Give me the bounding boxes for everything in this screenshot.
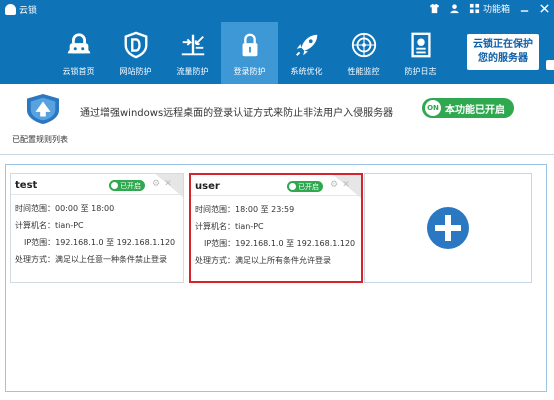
- nav-item-logs[interactable]: 防护日志: [392, 22, 449, 84]
- app-title: 云锁: [5, 3, 37, 16]
- grid-box-icon: [469, 3, 481, 15]
- host-value: tian-PC: [235, 222, 264, 231]
- settings-icon[interactable]: ⚙: [329, 180, 339, 190]
- flow-arrows-icon: [178, 30, 208, 60]
- host-value: tian-PC: [55, 221, 84, 230]
- ip-label: IP范围：: [204, 239, 236, 248]
- rule-name: test: [15, 180, 38, 191]
- rule-ip-row: IP范围：192.168.1.0 至 192.168.1.120: [204, 238, 355, 249]
- action-label: 处理方式：: [15, 255, 55, 264]
- rule-card[interactable]: test 已开启 ⚙ ✕ 时间范围：00:00 至 18:00 计算机名：tia…: [10, 173, 184, 283]
- rule-card-selected[interactable]: user 已开启 ⚙ ✕ 时间范围：18:00 至 23:59 计算机名：tia…: [189, 173, 363, 283]
- toggle-dot-icon: [289, 183, 296, 190]
- nav-label: 防护日志: [404, 67, 437, 76]
- nav-item-traffic[interactable]: 流量防护: [164, 22, 221, 84]
- card-separator: [191, 195, 361, 196]
- nav-item-home[interactable]: 云锁首页: [50, 22, 107, 84]
- shirt-skin-icon[interactable]: [429, 3, 441, 15]
- rule-status-badge[interactable]: 已开启: [287, 181, 323, 192]
- lock-home-icon: [64, 30, 94, 60]
- rules-panel: test 已开启 ⚙ ✕ 时间范围：00:00 至 18:00 计算机名：tia…: [5, 164, 547, 392]
- host-label: 计算机名：: [195, 222, 235, 231]
- rocket-icon: [292, 30, 322, 60]
- nav-label: 云锁首页: [62, 67, 95, 76]
- rule-host-row: 计算机名：tian-PC: [195, 221, 264, 232]
- time-label: 时间范围：: [15, 204, 55, 213]
- protection-promo-badge: 云锁正在保护 您的服务器: [467, 34, 539, 70]
- nav-item-system-optimize[interactable]: 系统优化: [278, 22, 335, 84]
- rule-time-row: 时间范围：00:00 至 18:00: [15, 203, 114, 214]
- action-label: 处理方式：: [195, 256, 235, 265]
- section-divider: [0, 154, 554, 155]
- configured-rules-label: 已配置规则列表: [12, 135, 68, 144]
- nav-label: 登录防护: [233, 67, 266, 76]
- minimize-icon[interactable]: [518, 3, 530, 15]
- app-logo-icon: [5, 4, 16, 15]
- action-value: 满足以上任意一种条件禁止登录: [55, 255, 167, 264]
- rule-status-text: 已开启: [298, 182, 319, 191]
- nav-label: 流量防护: [176, 67, 209, 76]
- rule-name: user: [195, 181, 220, 192]
- nav-item-login-protect[interactable]: 登录防护: [221, 22, 278, 84]
- login-shield-icon: [24, 93, 62, 125]
- rule-action-row: 处理方式：满足以上任意一种条件禁止登录: [15, 254, 167, 265]
- main-nav: 云锁首页 网站防护 流量防护 登录防护 系统优化 性能监控 防护日志: [50, 22, 449, 84]
- user-icon[interactable]: [449, 3, 461, 15]
- titlebar-controls: 功能箱: [429, 2, 550, 15]
- action-value: 满足以上所有条件允许登录: [235, 256, 331, 265]
- time-label: 时间范围：: [195, 205, 235, 214]
- host-label: 计算机名：: [15, 221, 55, 230]
- title-bar: 云锁 功能箱: [0, 0, 554, 18]
- nav-label: 性能监控: [347, 67, 380, 76]
- add-rule-card[interactable]: [364, 173, 532, 283]
- padlock-icon: [235, 30, 265, 60]
- rule-status-badge[interactable]: 已开启: [109, 180, 145, 191]
- feature-status-text: 本功能已开启: [445, 104, 505, 116]
- plus-icon: [435, 215, 461, 241]
- radar-icon: [349, 30, 379, 60]
- time-value: 00:00 至 18:00: [55, 204, 115, 213]
- add-rule-button[interactable]: [427, 207, 469, 249]
- nav-label: 系统优化: [290, 67, 323, 76]
- feature-description: 通过增强windows远程桌面的登录认证方式来防止非法用户入侵服务器: [80, 108, 394, 119]
- toggle-dot-icon: [111, 182, 118, 189]
- delete-icon[interactable]: ✕: [163, 179, 173, 189]
- nav-item-performance[interactable]: 性能监控: [335, 22, 392, 84]
- settings-icon[interactable]: ⚙: [151, 179, 161, 189]
- function-box-button[interactable]: 功能箱: [469, 2, 510, 15]
- shield-d-icon: [121, 30, 151, 60]
- rule-action-row: 处理方式：满足以上所有条件允许登录: [195, 255, 331, 266]
- rule-ip-row: IP范围：192.168.1.0 至 192.168.1.120: [24, 237, 175, 248]
- on-indicator: ON: [425, 100, 441, 116]
- ip-label: IP范围：: [24, 238, 56, 247]
- close-icon[interactable]: [538, 3, 550, 15]
- ip-value: 192.168.1.0 至 192.168.1.120: [235, 239, 356, 248]
- nav-item-website[interactable]: 网站防护: [107, 22, 164, 84]
- ip-value: 192.168.1.0 至 192.168.1.120: [55, 238, 176, 247]
- promo-line-2: 您的服务器: [478, 53, 528, 64]
- rule-status-text: 已开启: [120, 181, 141, 190]
- feature-toggle[interactable]: ON 本功能已开启: [422, 98, 514, 118]
- card-separator: [11, 194, 183, 195]
- app-title-text: 云锁: [19, 6, 38, 16]
- feature-info-strip: 已配置规则列表 通过增强windows远程桌面的登录认证方式来防止非法用户入侵服…: [0, 84, 554, 154]
- top-banner: 云锁 功能箱 云锁首页 网站防护 流量防护 登录防护 系统优化 性能监控 防护日…: [0, 0, 554, 84]
- side-collapse-handle[interactable]: [546, 60, 554, 70]
- rule-host-row: 计算机名：tian-PC: [15, 220, 84, 231]
- function-box-label: 功能箱: [482, 5, 510, 15]
- rule-time-row: 时间范围：18:00 至 23:59: [195, 204, 294, 215]
- time-value: 18:00 至 23:59: [235, 205, 295, 214]
- log-document-icon: [406, 30, 436, 60]
- delete-icon[interactable]: ✕: [341, 180, 351, 190]
- promo-line-1: 云锁正在保护: [473, 39, 533, 50]
- nav-label: 网站防护: [119, 67, 152, 76]
